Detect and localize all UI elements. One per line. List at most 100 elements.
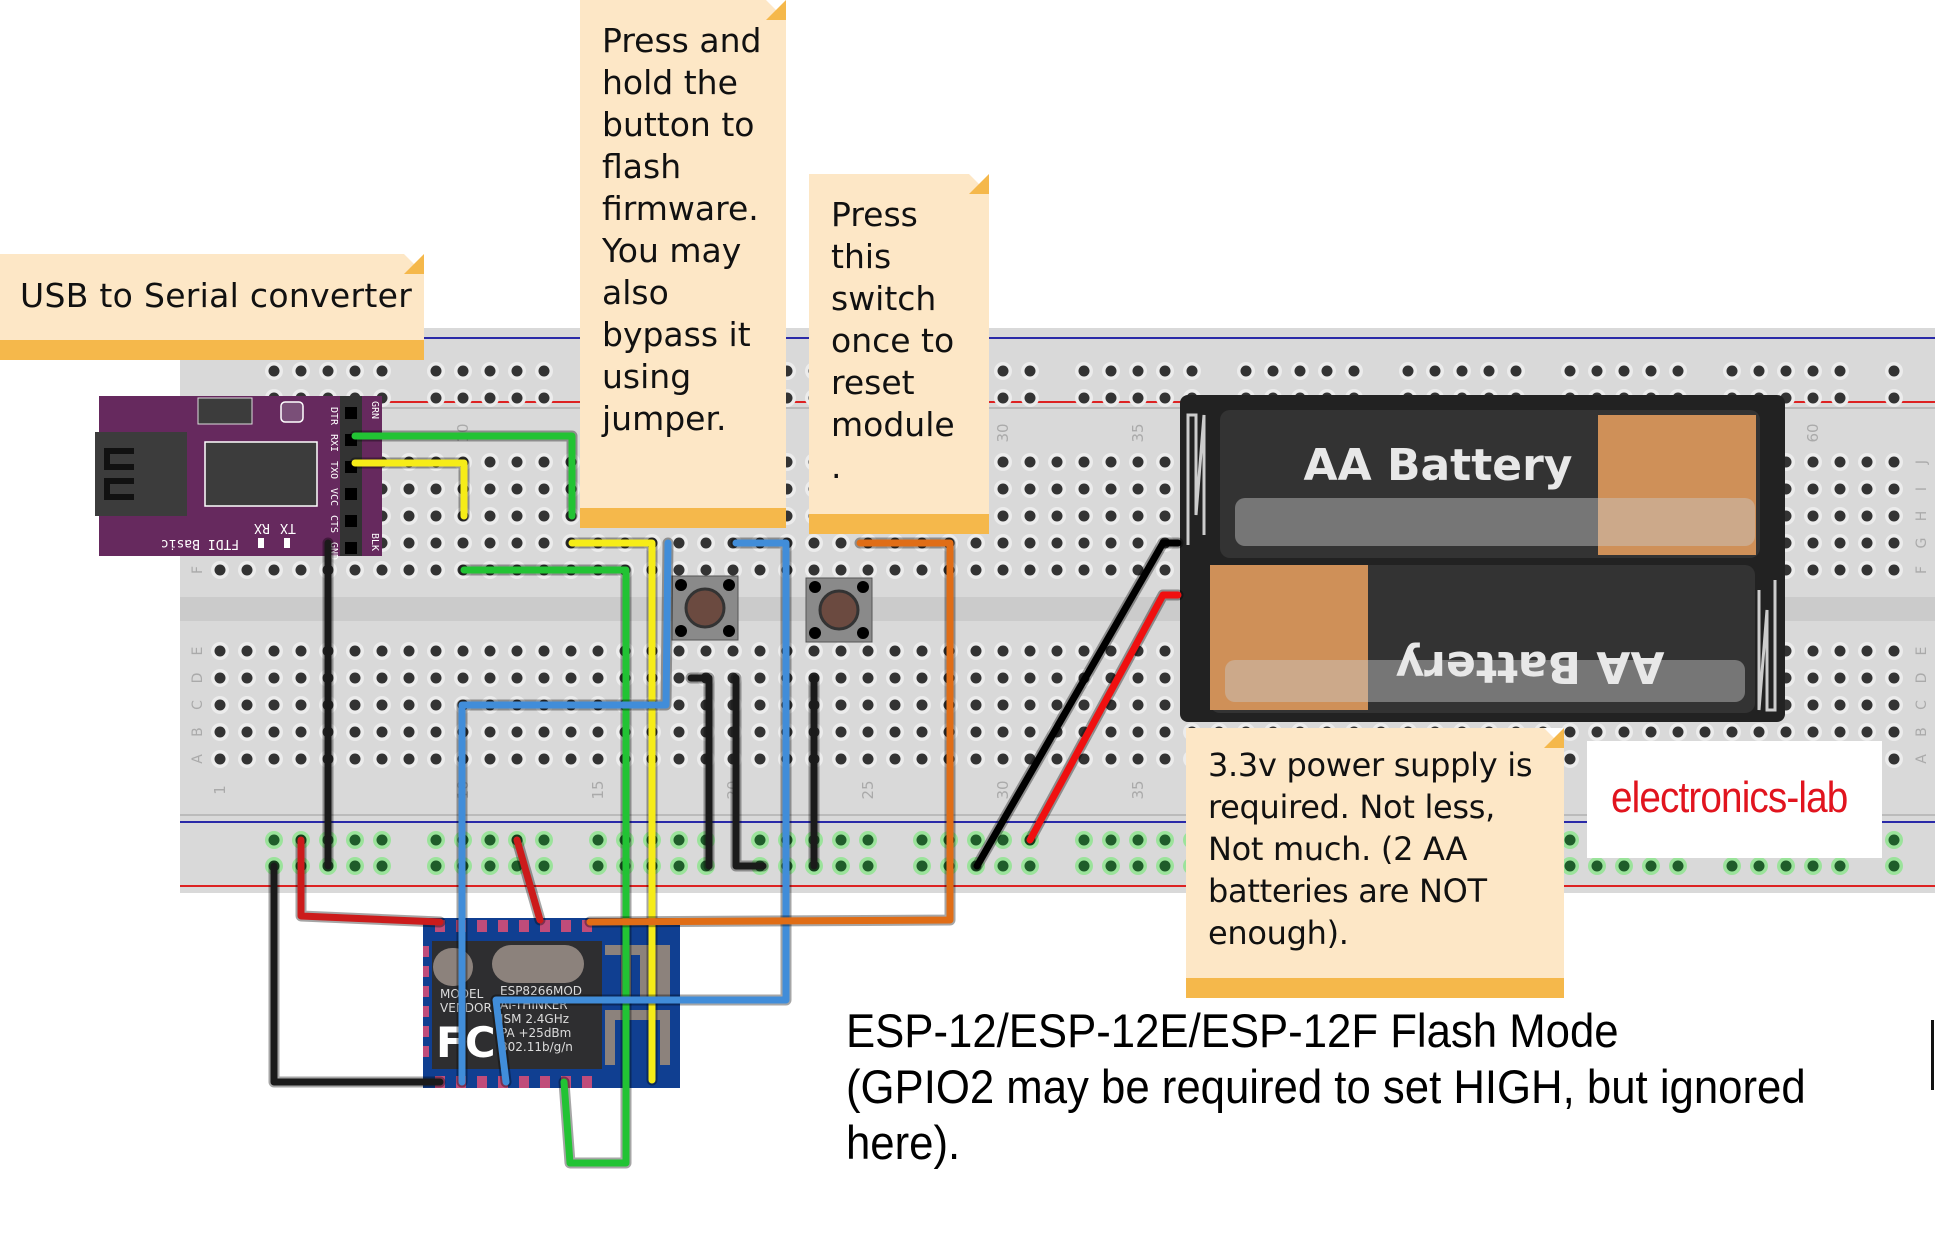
ftdi-header-pin [345,488,357,500]
column-label: 1 [211,785,229,795]
breadboard-hole [1321,365,1333,377]
breadboard-hole [1051,456,1063,468]
row-letter: F [1914,566,1930,574]
breadboard-hole [997,645,1009,657]
breadboard-hole [1105,510,1117,522]
ftdi-header [340,396,362,556]
ftdi-pin-label: CTS [328,515,339,533]
breadboard-hole [970,726,982,738]
breadboard-hole [538,365,550,377]
breadboard-hole [484,860,496,872]
breadboard-hole [484,510,496,522]
breadboard-hole [970,537,982,549]
breadboard-hole [457,672,469,684]
breadboard-hole [916,726,928,738]
breadboard-hole [214,672,226,684]
breadboard-hole [1861,483,1873,495]
breadboard-hole [970,672,982,684]
breadboard-hole [997,672,1009,684]
breadboard-hole [754,672,766,684]
breadboard-hole [1888,726,1900,738]
breadboard-hole [1564,365,1576,377]
esp-chip-cap [492,945,584,983]
breadboard-hole [241,699,253,711]
breadboard-hole [1564,860,1576,872]
breadboard-hole [1429,365,1441,377]
breadboard-hole [1078,510,1090,522]
breadboard-hole [862,860,874,872]
breadboard-hole [1861,699,1873,711]
breadboard-hole [889,753,901,765]
breadboard-hole [295,645,307,657]
breadboard-hole [1888,834,1900,846]
breadboard-hole [538,392,550,404]
breadboard-hole [1078,834,1090,846]
breadboard-hole [1780,860,1792,872]
breadboard-hole [1024,564,1036,576]
push-button-leg [675,579,687,591]
breadboard-hole [1483,365,1495,377]
breadboard-hole [1267,365,1279,377]
breadboard-hole [1024,537,1036,549]
esp-pin-side [423,1026,429,1037]
breadboard-hole [673,699,685,711]
battery-cell-top-shine [1235,498,1755,546]
ftdi-led-label: RX [254,520,270,535]
breadboard-hole [1672,860,1684,872]
breadboard-hole [1834,564,1846,576]
breadboard-hole [349,726,361,738]
breadboard-hole [754,645,766,657]
breadboard-hole [997,365,1009,377]
breadboard-hole [1159,726,1171,738]
breadboard-hole [727,645,739,657]
breadboard-hole [484,726,496,738]
breadboard-hole [916,860,928,872]
breadboard-hole [997,537,1009,549]
breadboard-hole [268,365,280,377]
breadboard-hole [1240,365,1252,377]
breadboard-hole [1861,510,1873,522]
breadboard-hole [295,753,307,765]
note-reset-text: Press this switch once to reset module . [831,195,955,486]
breadboard-hole [484,483,496,495]
ftdi-chip [204,441,318,507]
breadboard-hole [1645,726,1657,738]
esp-spec: PA +25dBm [500,1026,571,1040]
breadboard-hole [403,645,415,657]
breadboard-hole [1024,365,1036,377]
ftdi-pin-label: DTR [328,407,339,426]
breadboard-hole [511,456,523,468]
esp-pin-bottom [582,1076,592,1088]
breadboard-hole [1159,645,1171,657]
ftdi-header-pin [345,542,357,554]
esp-pin-top [561,920,571,932]
breadboard-hole [484,753,496,765]
breadboard-hole [241,753,253,765]
breadboard-hole [835,645,847,657]
breadboard-hole [1888,510,1900,522]
push-button-leg [857,627,869,639]
note-fold-shade [1544,728,1564,748]
breadboard-hole [1834,672,1846,684]
breadboard-hole [376,834,388,846]
note-fold-shade [766,0,786,20]
breadboard-hole [916,564,928,576]
breadboard-hole [403,753,415,765]
breadboard-hole [1078,645,1090,657]
breadboard-hole [1159,753,1171,765]
breadboard-hole [1807,456,1819,468]
breadboard-hole [592,672,604,684]
breadboard-hole [754,699,766,711]
breadboard-hole [295,699,307,711]
breadboard-hole [754,564,766,576]
breadboard-hole [1807,860,1819,872]
breadboard-hole [268,753,280,765]
breadboard-hole [673,537,685,549]
breadboard-hole [1024,645,1036,657]
breadboard-hole [592,726,604,738]
breadboard-hole [1888,860,1900,872]
breadboard-hole [916,699,928,711]
row-letter: B [1914,727,1930,737]
breadboard-hole [673,753,685,765]
battery-label-top: AA Battery [1304,440,1573,491]
